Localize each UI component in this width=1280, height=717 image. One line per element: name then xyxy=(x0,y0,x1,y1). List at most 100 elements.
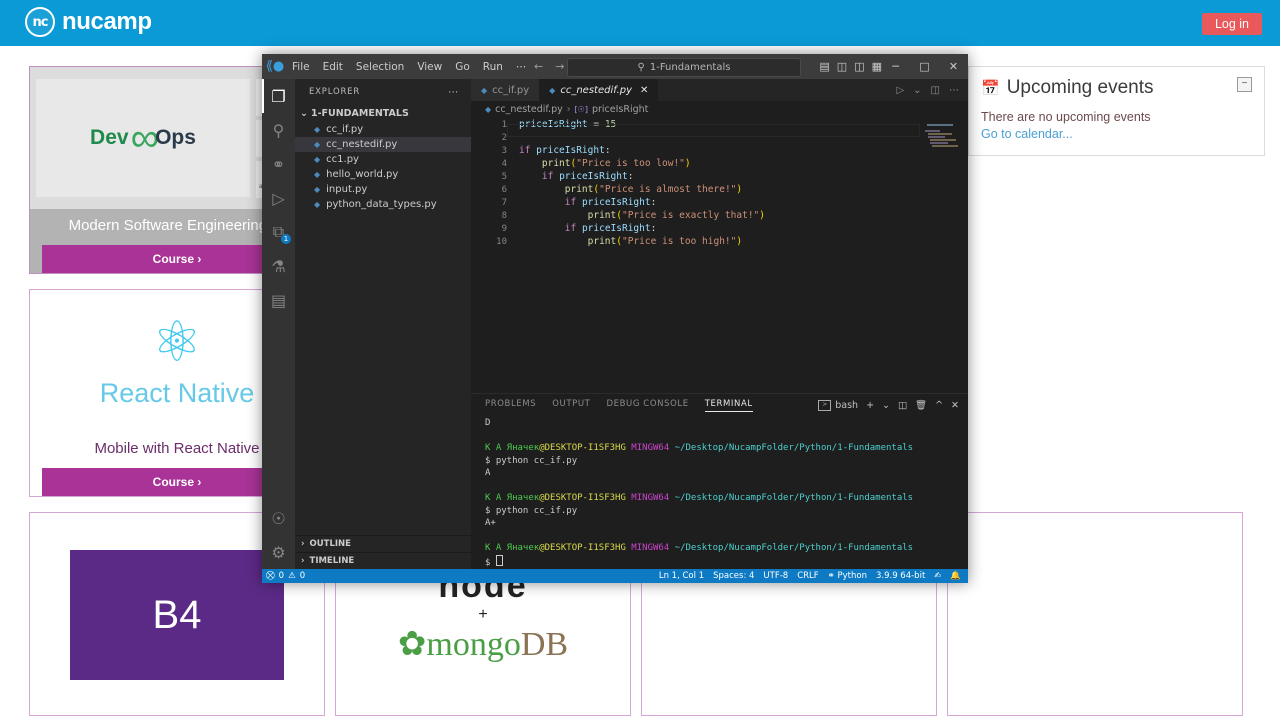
feedback-icon[interactable]: ✍ xyxy=(934,571,941,581)
more-actions-icon[interactable]: ⋯ xyxy=(949,85,959,96)
chevron-down-icon[interactable]: ⌄ xyxy=(913,85,921,96)
menu-file[interactable]: File xyxy=(292,61,310,73)
code-editor[interactable]: 1 priceIsRight = 15 2 3 if priceIsRight: 4 pr… xyxy=(471,118,968,393)
activity-bar: ❐ ⚲ ⚭ ▷ ⧉ 1 ⚗ ▤ ☉ ⚙ xyxy=(262,79,295,569)
tab-cc-nestedif[interactable]: ◆ cc_nestedif.py ✕ xyxy=(539,79,659,101)
cursor-position[interactable]: Ln 1, Col 1 xyxy=(659,571,704,581)
command-search-box[interactable]: ⚲ 1-Fundamentals xyxy=(567,58,801,77)
file-label: cc_nestedif.py xyxy=(326,139,398,150)
file-item-input[interactable]: ◆ input.py xyxy=(295,182,471,197)
editor-tab-bar: ◆ cc_if.py ◆ cc_nestedif.py ✕ ▷ ⌄ ◫ ⋯ xyxy=(471,79,968,101)
extensions-icon[interactable]: ⧉ 1 xyxy=(262,215,295,249)
panel-tab-problems[interactable]: PROBLEMS xyxy=(485,399,536,411)
file-item-cc1[interactable]: ◆ cc1.py xyxy=(295,152,471,167)
folder-row-1-fundamentals[interactable]: ⌄ 1-FUNDAMENTALS xyxy=(295,105,471,122)
menu-view[interactable]: View xyxy=(417,61,442,73)
panel-left-icon[interactable]: ▤ xyxy=(819,60,829,73)
explorer-more-icon[interactable]: ⋯ xyxy=(448,87,459,98)
kill-terminal-icon[interactable]: 🗑 xyxy=(915,400,927,411)
close-panel-icon[interactable]: ✕ xyxy=(951,400,959,411)
run-icon[interactable]: ▷ xyxy=(896,85,904,96)
bell-icon[interactable]: 🔔 xyxy=(950,571,961,581)
chevron-down-icon[interactable]: ⌄ xyxy=(882,400,890,411)
sidebar-collapsed-sections: › OUTLINE › TIMELINE xyxy=(295,535,471,569)
tab-cc-if[interactable]: ◆ cc_if.py xyxy=(471,79,540,101)
breadcrumb-symbol[interactable]: priceIsRight xyxy=(592,104,648,115)
terminal-output[interactable]: D K A Яначек@DESKTOP-I1SF3HG MINGW64 ~/D… xyxy=(471,416,968,569)
collapse-block-button[interactable]: − xyxy=(1237,77,1252,92)
minimize-button[interactable]: ─ xyxy=(881,54,910,79)
python-interpreter[interactable]: 3.9.9 64-bit xyxy=(876,571,925,581)
menu-run[interactable]: Run xyxy=(483,61,503,73)
vscode-window[interactable]: ⟪● File Edit Selection View Go Run ⋯ ← →… xyxy=(262,54,968,583)
breadcrumb-symbol-icon: [☉] xyxy=(574,105,588,114)
new-terminal-icon[interactable]: + xyxy=(866,400,874,411)
folder-label: 1-FUNDAMENTALS xyxy=(310,108,409,119)
nav-back-icon[interactable]: ← xyxy=(534,60,543,73)
line-endings[interactable]: CRLF xyxy=(797,571,818,581)
accounts-icon[interactable]: ☉ xyxy=(262,501,295,535)
split-terminal-icon[interactable]: ◫ xyxy=(898,400,907,411)
breadcrumb-file[interactable]: cc_nestedif.py xyxy=(495,104,563,115)
warning-count: 0 xyxy=(299,571,306,581)
search-icon[interactable]: ⚲ xyxy=(262,113,295,147)
close-button[interactable]: ✕ xyxy=(939,54,968,79)
active-terminal-selector[interactable]: > bash xyxy=(818,399,859,411)
file-label: cc_if.py xyxy=(326,124,364,135)
python-file-icon: ◆ xyxy=(314,155,321,164)
menu-edit[interactable]: Edit xyxy=(323,61,343,73)
file-item-hello-world[interactable]: ◆ hello_world.py xyxy=(295,167,471,182)
nav-forward-icon[interactable]: → xyxy=(555,60,564,73)
panel-tab-output[interactable]: OUTPUT xyxy=(552,399,590,411)
editor-minimap[interactable] xyxy=(924,124,964,147)
python-file-icon: ◆ xyxy=(314,140,321,149)
run-debug-icon[interactable]: ▷ xyxy=(262,181,295,215)
panel-tab-debug-console[interactable]: DEBUG CONSOLE xyxy=(606,399,688,411)
indentation[interactable]: Spaces: 4 xyxy=(713,571,754,581)
settings-gear-icon[interactable]: ⚙ xyxy=(262,535,295,569)
file-item-cc-nestedif[interactable]: ◆ cc_nestedif.py xyxy=(295,137,471,152)
section-outline[interactable]: › OUTLINE xyxy=(295,535,471,552)
line-content: if priceIsRight: xyxy=(564,223,657,234)
login-button[interactable]: Log in xyxy=(1201,13,1262,35)
testing-icon[interactable]: ⚗ xyxy=(262,249,295,283)
react-atom-icon: ⚛ xyxy=(151,309,203,373)
shell-name: bash xyxy=(835,399,859,411)
explorer-header: EXPLORER ⋯ xyxy=(295,79,471,105)
error-circle-icon[interactable]: ⛒ xyxy=(266,571,275,581)
python-file-icon: ◆ xyxy=(549,86,556,95)
explorer-icon[interactable]: ❐ xyxy=(262,79,295,113)
tab-label: cc_if.py xyxy=(492,84,530,96)
code-line: 5 if priceIsRight: xyxy=(471,170,968,183)
course-card-placeholder-2[interactable] xyxy=(947,512,1243,716)
file-item-python-data-types[interactable]: ◆ python_data_types.py xyxy=(295,197,471,212)
line-content: print("Price is too low!") xyxy=(541,158,691,169)
panel-tab-terminal[interactable]: TERMINAL xyxy=(704,399,753,412)
maximize-button[interactable]: □ xyxy=(910,54,939,79)
terminal-command-line: $ python cc_if.py xyxy=(485,455,578,466)
menu-more[interactable]: ⋯ xyxy=(516,61,527,73)
code-line: 3 if priceIsRight: xyxy=(471,144,968,157)
panel-right-icon[interactable]: ◫ xyxy=(854,60,864,73)
encoding[interactable]: UTF-8 xyxy=(763,571,788,581)
file-item-cc-if[interactable]: ◆ cc_if.py xyxy=(295,122,471,137)
layout-controls: ▤ ◫ ◫ ▦ xyxy=(819,54,882,79)
source-control-icon[interactable]: ⚭ xyxy=(262,147,295,181)
menu-selection[interactable]: Selection xyxy=(356,61,404,73)
section-timeline[interactable]: › TIMELINE xyxy=(295,552,471,569)
tab-close-icon[interactable]: ✕ xyxy=(640,85,648,96)
chevron-up-icon[interactable]: ^ xyxy=(935,400,943,411)
search-value: 1-Fundamentals xyxy=(649,62,731,73)
file-label: python_data_types.py xyxy=(326,199,437,210)
menu-go[interactable]: Go xyxy=(455,61,470,73)
remote-explorer-icon[interactable]: ▤ xyxy=(262,283,295,317)
status-bar-right: Ln 1, Col 1 Spaces: 4 UTF-8 CRLF ⚭ Pytho… xyxy=(659,571,964,581)
split-editor-icon[interactable]: ◫ xyxy=(931,85,940,96)
panel-bottom-icon[interactable]: ◫ xyxy=(837,60,847,73)
go-to-calendar-link[interactable]: Go to calendar... xyxy=(981,127,1252,141)
language-mode[interactable]: ⚭ Python xyxy=(828,571,867,581)
warning-triangle-icon[interactable]: ⚠ xyxy=(288,571,296,581)
upcoming-events-header: 📅 Upcoming events − xyxy=(981,77,1252,99)
nucamp-logo[interactable]: nc nucamp xyxy=(25,7,152,37)
